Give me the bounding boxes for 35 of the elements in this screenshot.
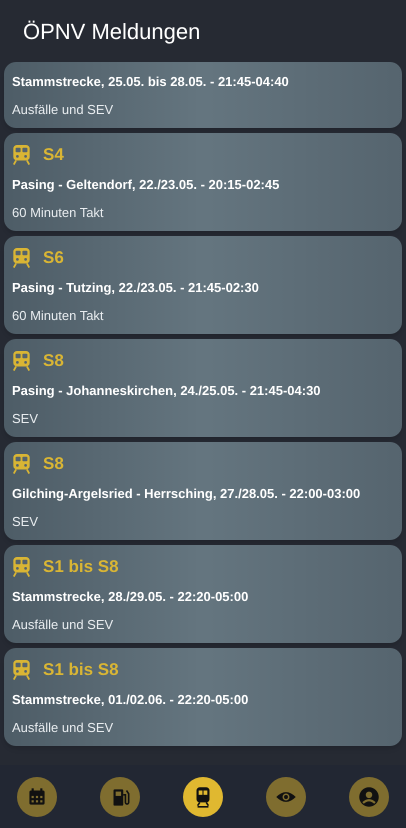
message-detail: Ausfälle und SEV (12, 720, 114, 736)
message-title: Stammstrecke, 28./29.05. - 22:20-05:00 (12, 589, 250, 605)
line-label: S8 (43, 350, 64, 372)
message-card[interactable]: S4 Pasing - Geltendorf, 22./23.05. - 20:15-02:45 60 Minuten Takt (4, 133, 402, 231)
message-detail: Ausfälle und SEV (12, 617, 114, 633)
message-card[interactable]: S8 Gilching-Argelsried - Herrsching, 27./28.05. - 22:00-03:00 SEV (4, 442, 402, 540)
message-detail: Ausfälle und SEV (12, 102, 114, 118)
message-card[interactable]: S1 bis S8 Stammstrecke, 28./29.05. - 22:20-05:00 Ausfälle und SEV (4, 545, 402, 643)
train-icon (12, 557, 31, 577)
message-title: Gilching-Argelsried - Herrsching, 27./28.05. - 22:00-03:00 (12, 486, 362, 502)
train-icon (12, 660, 31, 680)
message-title: Stammstrecke, 25.05. bis 28.05. - 21:45-04:40 (12, 74, 290, 90)
line-label: S4 (43, 144, 64, 166)
message-card[interactable]: Stammstrecke, 25.05. bis 28.05. - 21:45-04:40 Ausfälle und SEV (4, 62, 402, 128)
app-title: ÖPNV Meldungen (23, 18, 200, 46)
message-title: Pasing - Tutzing, 22./23.05. - 21:45-02:30 (12, 280, 260, 296)
message-card[interactable]: S6 Pasing - Tutzing, 22./23.05. - 21:45-02:30 60 Minuten Takt (4, 236, 402, 334)
train-icon (12, 145, 31, 165)
message-title: Pasing - Johanneskirchen, 24./25.05. - 21:45-04:30 (12, 383, 322, 399)
line-label: S8 (43, 453, 64, 476)
message-detail: 60 Minuten Takt (12, 205, 105, 221)
message-card[interactable]: S1 bis S8 Stammstrecke, 01./02.06. - 22:20-05:00 Ausfälle und SEV (4, 648, 402, 746)
line-label: S6 (43, 247, 64, 270)
message-detail: 60 Minuten Takt (12, 308, 105, 324)
nav-button[interactable] (183, 776, 223, 816)
message-card[interactable]: S8 Pasing - Johanneskirchen, 24./25.05. - 21:45-04:30 SEV (4, 339, 402, 437)
line-label: S1 bis S8 (43, 556, 119, 578)
message-title: Stammstrecke, 01./02.06. - 22:20-05:00 (12, 692, 250, 708)
train-icon (12, 248, 31, 268)
line-label: S1 bis S8 (43, 659, 119, 682)
train-icon (12, 351, 31, 371)
message-detail: SEV (12, 514, 40, 530)
train-icon (12, 454, 31, 474)
message-title: Pasing - Geltendorf, 22./23.05. - 20:15-02:45 (12, 177, 280, 193)
message-detail: SEV (12, 411, 40, 427)
